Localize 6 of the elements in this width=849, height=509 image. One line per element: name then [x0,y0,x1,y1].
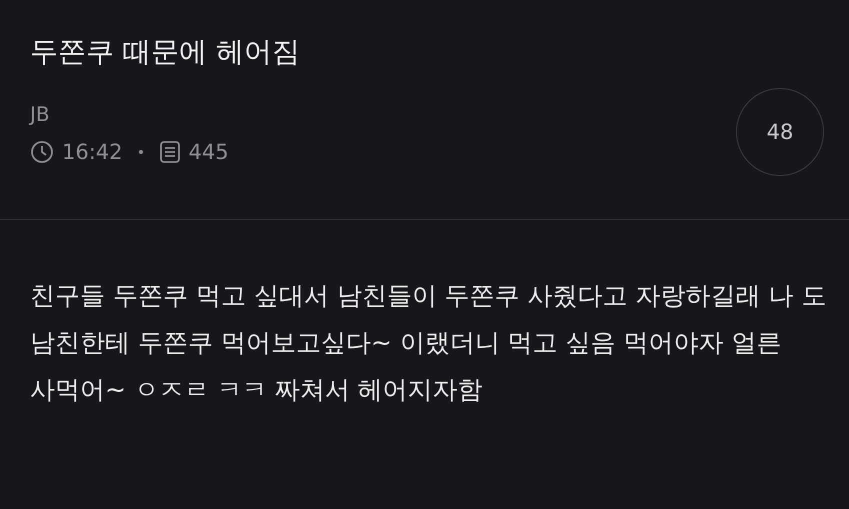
post-body-text: 친구들 두쫀쿠 먹고 싶대서 남친들이 두쫀쿠 사줬다고 자랑하길래 나 도 남친한테 두쫀쿠 먹어보고싶다~ 이랬더니 먹고 싶음 먹어야자 얼른 사먹어~ ㅇㅈㄹ ㅋㅋ 짜쳐서 헤어지자함 [30,280,828,406]
comment-count[interactable]: 48 [736,88,824,176]
post-time: 16:42 [62,140,123,164]
view-count: 445 [188,140,229,164]
post-title: 두쫀쿠 때문에 헤어짐 [30,34,301,70]
author-name: JB [30,101,50,128]
